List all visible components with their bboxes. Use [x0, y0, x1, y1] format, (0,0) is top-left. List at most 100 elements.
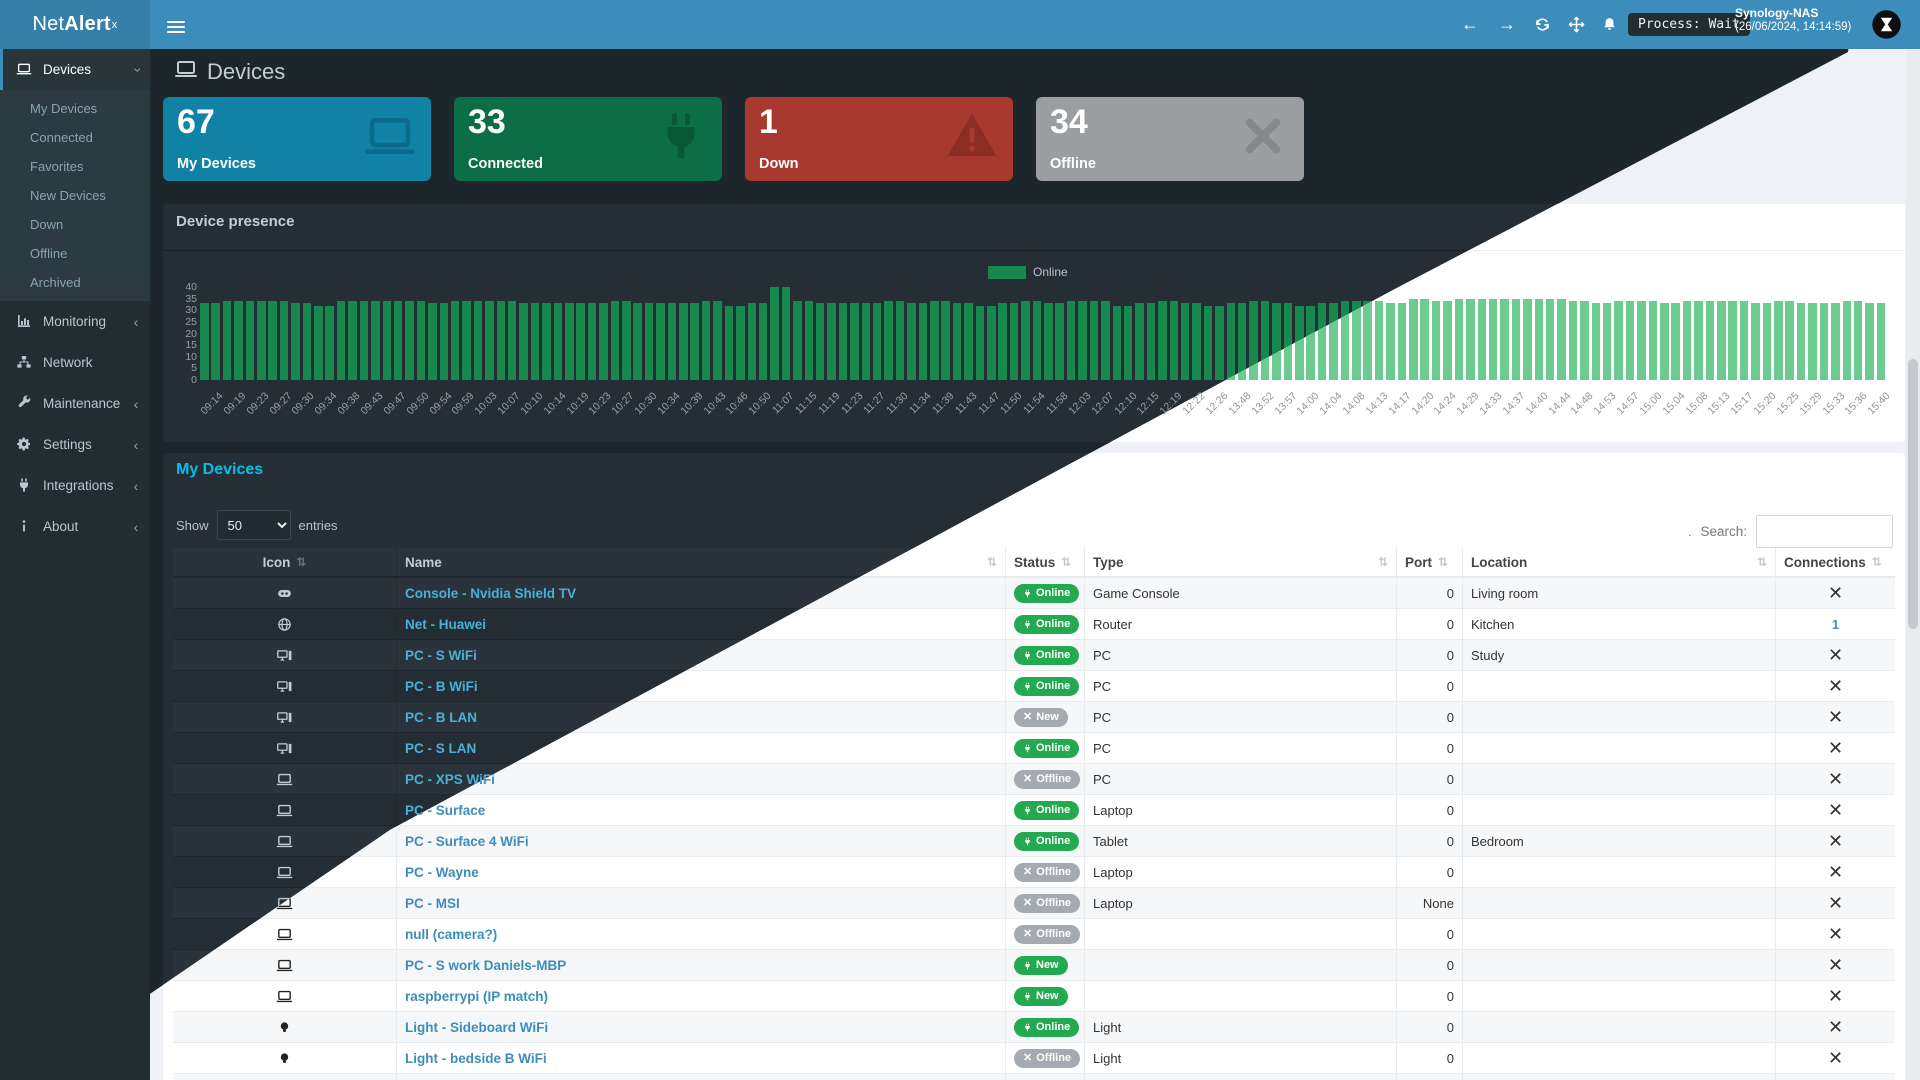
sidebar-toggle-icon[interactable] [160, 12, 192, 38]
scrollbar-thumb[interactable] [1908, 359, 1918, 629]
bulb-icon [276, 1050, 293, 1067]
device-name-link[interactable]: PC - S WiFi [405, 648, 477, 663]
plug-icon [16, 477, 34, 495]
search-input[interactable] [1756, 515, 1893, 548]
column-header-type[interactable]: Type⇅ [1084, 548, 1396, 576]
port-cell: 0 [1396, 1043, 1462, 1073]
device-name-link[interactable]: PC - B LAN [405, 710, 477, 725]
column-header-location[interactable]: Location⇅ [1462, 548, 1775, 576]
show-label: Show [176, 518, 209, 533]
app-logo[interactable]: NetAlertx [0, 0, 150, 49]
chart-bar [1797, 303, 1806, 380]
sort-icon[interactable]: ⇅ [1061, 555, 1071, 569]
device-name-link[interactable]: PC - S work Daniels-MBP [405, 958, 566, 973]
sidebar-subitem-down[interactable]: Down [0, 210, 150, 239]
chart-bar [508, 301, 517, 380]
chart-bar [1546, 299, 1555, 380]
connections-count-link[interactable]: 1 [1832, 617, 1839, 632]
warning-icon [945, 109, 999, 163]
stat-card-my-devices[interactable]: 67My Devices [163, 97, 431, 181]
status-cell: Online [1005, 1012, 1084, 1042]
chart-bar [1466, 299, 1475, 380]
table-row: Light - Sideboard WiFiOnlineLight0✕ [173, 1012, 1895, 1043]
chart-bar [1774, 301, 1783, 380]
column-header-port[interactable]: Port⇅ [1396, 548, 1462, 576]
sidebar-subitem-connected[interactable]: Connected [0, 123, 150, 152]
desktop-icon [276, 647, 293, 664]
type-cell: Tablet [1084, 826, 1396, 856]
chart-bar [200, 303, 209, 380]
device-name-link[interactable]: Light - Sideboard WiFi [405, 1020, 548, 1035]
device-name-cell: Light - bedside B WiFi [396, 1043, 1005, 1073]
sidebar-item-maintenance[interactable]: Maintenance‹ [0, 383, 150, 424]
device-icon-cell [173, 640, 396, 670]
sidebar-item-integrations[interactable]: Integrations‹ [0, 465, 150, 506]
stat-card-offline[interactable]: 34Offline [1036, 97, 1304, 181]
move-icon[interactable] [1558, 0, 1594, 49]
refresh-icon[interactable] [1524, 0, 1560, 49]
chart-bar [1763, 303, 1772, 380]
device-name-link[interactable]: PC - Wayne [405, 865, 479, 880]
sidebar-subitem-offline[interactable]: Offline [0, 239, 150, 268]
sidebar-subitem-favorites[interactable]: Favorites [0, 152, 150, 181]
sort-icon[interactable]: ⇅ [1872, 555, 1882, 569]
stat-card-connected[interactable]: 33Connected [454, 97, 722, 181]
chevron-left-icon: ‹ [130, 478, 142, 494]
device-name-cell: Light - Sideboard WiFi [396, 1012, 1005, 1042]
device-name-link[interactable]: PC - Surface 4 WiFi [405, 834, 529, 849]
stat-label: Down [759, 156, 798, 172]
device-name-cell: PC - S work Daniels-MBP [396, 950, 1005, 980]
page-size-select[interactable]: 50 [217, 510, 291, 540]
chart-bar [405, 301, 414, 380]
sidebar-subitem-archived[interactable]: Archived [0, 268, 150, 297]
search-label: Search: [1700, 524, 1747, 539]
device-name-link[interactable]: Console - Nvidia Shield TV [405, 586, 576, 601]
column-header-connections[interactable]: Connections⇅ [1775, 548, 1895, 576]
device-name-cell: PC - MSI [396, 888, 1005, 918]
sidebar-item-settings[interactable]: Settings‹ [0, 424, 150, 465]
nav-back-icon[interactable]: ← [1452, 0, 1488, 49]
column-header-icon[interactable]: Icon⇅ [173, 548, 396, 576]
sidebar-item-about[interactable]: About‹ [0, 506, 150, 547]
sort-icon[interactable]: ⇅ [1438, 555, 1448, 569]
chart-bar [1785, 301, 1794, 380]
sidebar-item-monitoring[interactable]: Monitoring‹ [0, 301, 150, 342]
sort-icon[interactable]: ⇅ [1757, 555, 1767, 569]
sidebar-item-network[interactable]: Network [0, 342, 150, 383]
chart-bar [303, 303, 312, 380]
y-tick-label: 0 [169, 374, 197, 386]
user-avatar[interactable] [1871, 9, 1902, 40]
sort-icon[interactable]: ⇅ [296, 555, 306, 569]
device-name-link[interactable]: raspberrypi (IP match) [405, 989, 548, 1004]
chart-title: Device presence [176, 213, 294, 230]
device-name-link[interactable]: null (camera?) [405, 927, 497, 942]
sidebar-subitem-new-devices[interactable]: New Devices [0, 181, 150, 210]
nav-forward-icon[interactable]: → [1489, 0, 1525, 49]
device-name-link[interactable]: PC - MSI [405, 896, 460, 911]
device-icon-cell [173, 733, 396, 763]
device-name-cell: PC - Surface [396, 795, 1005, 825]
column-header-status[interactable]: Status⇅ [1005, 548, 1084, 576]
device-name-link[interactable]: Light - bedside B WiFi [405, 1051, 547, 1066]
chart-bar [839, 303, 848, 380]
sidebar-subitem-my-devices[interactable]: My Devices [0, 94, 150, 123]
chart-bar [576, 303, 585, 380]
device-name-link[interactable]: Net - Huawei [405, 617, 486, 632]
connections-cell: 1 [1775, 609, 1895, 639]
device-name-link[interactable]: PC - S LAN [405, 741, 476, 756]
chart-bar [1557, 299, 1566, 380]
chart-bar [223, 301, 232, 380]
connections-cell: ✕ [1775, 1043, 1895, 1073]
status-badge: ✕Offline [1014, 770, 1080, 789]
page-scrollbar[interactable] [1906, 49, 1920, 1080]
notifications-bell-icon[interactable] [1591, 0, 1627, 49]
device-name-link[interactable]: PC - B WiFi [405, 679, 478, 694]
connections-cell: ✕ [1775, 950, 1895, 980]
chevron-left-icon: ‹ [130, 396, 142, 412]
sidebar-item-devices[interactable]: Devices‹ [0, 49, 150, 90]
stat-card-down[interactable]: 1Down [745, 97, 1013, 181]
location-cell [1462, 1012, 1775, 1042]
sort-icon[interactable]: ⇅ [1378, 555, 1388, 569]
sort-icon[interactable]: ⇅ [987, 555, 997, 569]
device-icon-cell [173, 671, 396, 701]
